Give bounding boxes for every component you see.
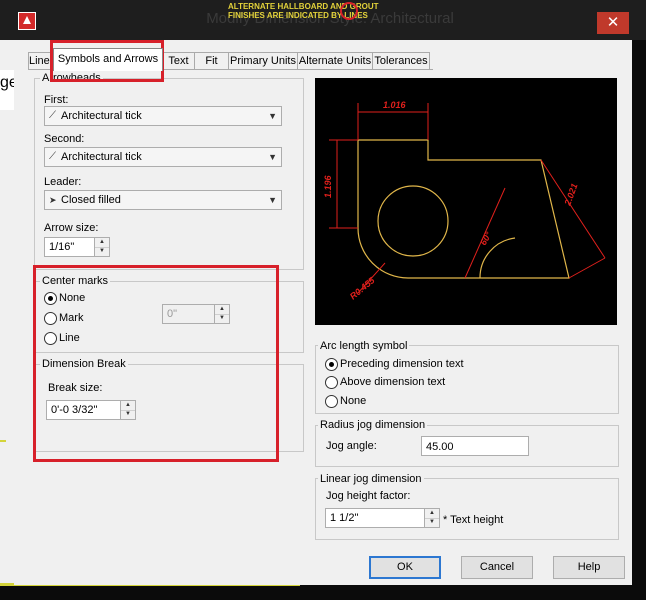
spin-down-icon[interactable]: ▼ [95,247,109,256]
background-cad-strip [0,40,14,585]
closed-filled-arrow-icon: ➤ [49,195,57,205]
dimension-preview: 1.016 1.196 2.021 60° R0.455 [315,78,617,325]
first-arrowhead-value: Architectural tick [61,110,142,122]
help-button[interactable]: Help [553,556,625,579]
jog-height-suffix: * Text height [443,514,504,526]
radius-jog-legend: Radius jog dimension [318,419,428,431]
dim-text-angle: 60° [478,230,494,247]
jog-height-spinner[interactable]: 1 1/2" ▲ ▼ [325,508,440,528]
dim-text-left: 1.196 [323,174,333,198]
arrow-size-spinner[interactable]: 1/16" ▲ ▼ [44,237,110,257]
second-label: Second: [44,133,85,145]
leader-label: Leader: [44,176,82,188]
background-cad-line [0,440,6,442]
chevron-down-icon: ▼ [268,195,277,205]
preview-circle [377,185,449,257]
leader-arrowhead-value: Closed filled [61,194,121,206]
close-button[interactable]: ✕ [597,12,629,34]
autocad-app-icon [18,12,36,30]
dim-text-radius: R0.455 [348,275,377,302]
jog-angle-input[interactable]: 45.00 [421,436,529,456]
tab-tolerances[interactable]: Tolerances [372,52,430,70]
tab-primary-units[interactable]: Primary Units [228,52,298,70]
cancel-button[interactable]: Cancel [461,556,533,579]
arrowhead-tick-icon: ⟋ [49,110,56,121]
spinner-buttons: ▲ ▼ [424,509,439,527]
dim-text-top: 1.016 [383,100,407,110]
jog-height-label: Jog height factor: [326,490,411,502]
chevron-down-icon: ▼ [268,152,277,162]
arrow-size-value: 1/16" [49,241,75,253]
annotation-highlight-center-marks [33,265,279,462]
arc-above-label: Above dimension text [340,376,446,388]
chevron-down-icon: ▼ [268,111,277,121]
first-arrowhead-select[interactable]: ⟋ Architectural tick ▼ [44,106,282,126]
preview-shape [357,139,570,279]
arrowhead-tick-icon: ⟋ [49,151,56,162]
tab-fit[interactable]: Fit [194,52,229,70]
arc-length-symbol-legend: Arc length symbol [318,340,410,352]
arc-none-radio[interactable] [325,395,338,408]
dim-line-right [540,159,606,259]
arc-above-radio[interactable] [325,376,338,389]
dim-text-right: 2.021 [562,182,579,208]
preview-drawing: 1.016 1.196 2.021 60° R0.455 [323,100,606,302]
arc-none-label: None [340,395,367,407]
ext-line [568,257,606,279]
title-bar: Modify Dimension Style: Architectural AL… [0,0,646,40]
linear-jog-legend: Linear jog dimension [318,473,424,485]
tab-text[interactable]: Text [162,52,195,70]
tab-alternate-units[interactable]: Alternate Units [297,52,373,70]
tab-symbols-and-arrows[interactable]: Symbols and Arrows [53,48,163,71]
arrow-size-label: Arrow size: [44,222,99,234]
jog-height-value: 1 1/2" [330,512,359,524]
ok-button[interactable]: OK [369,556,441,579]
arc-preceding-label: Preceding dimension text [340,358,464,370]
spin-down-icon[interactable]: ▼ [425,518,439,527]
second-arrowhead-select[interactable]: ⟋ Architectural tick ▼ [44,147,282,167]
leader-arrowhead-select[interactable]: ➤ Closed filled ▼ [44,190,282,210]
preview-geometry [357,139,570,279]
first-label: First: [44,94,69,106]
spinner-buttons: ▲ ▼ [94,238,109,256]
cad-background-circle [340,2,358,20]
arc-preceding-radio[interactable] [325,358,338,371]
second-arrowhead-value: Architectural tick [61,151,142,163]
jog-angle-label: Jog angle: [326,440,377,452]
